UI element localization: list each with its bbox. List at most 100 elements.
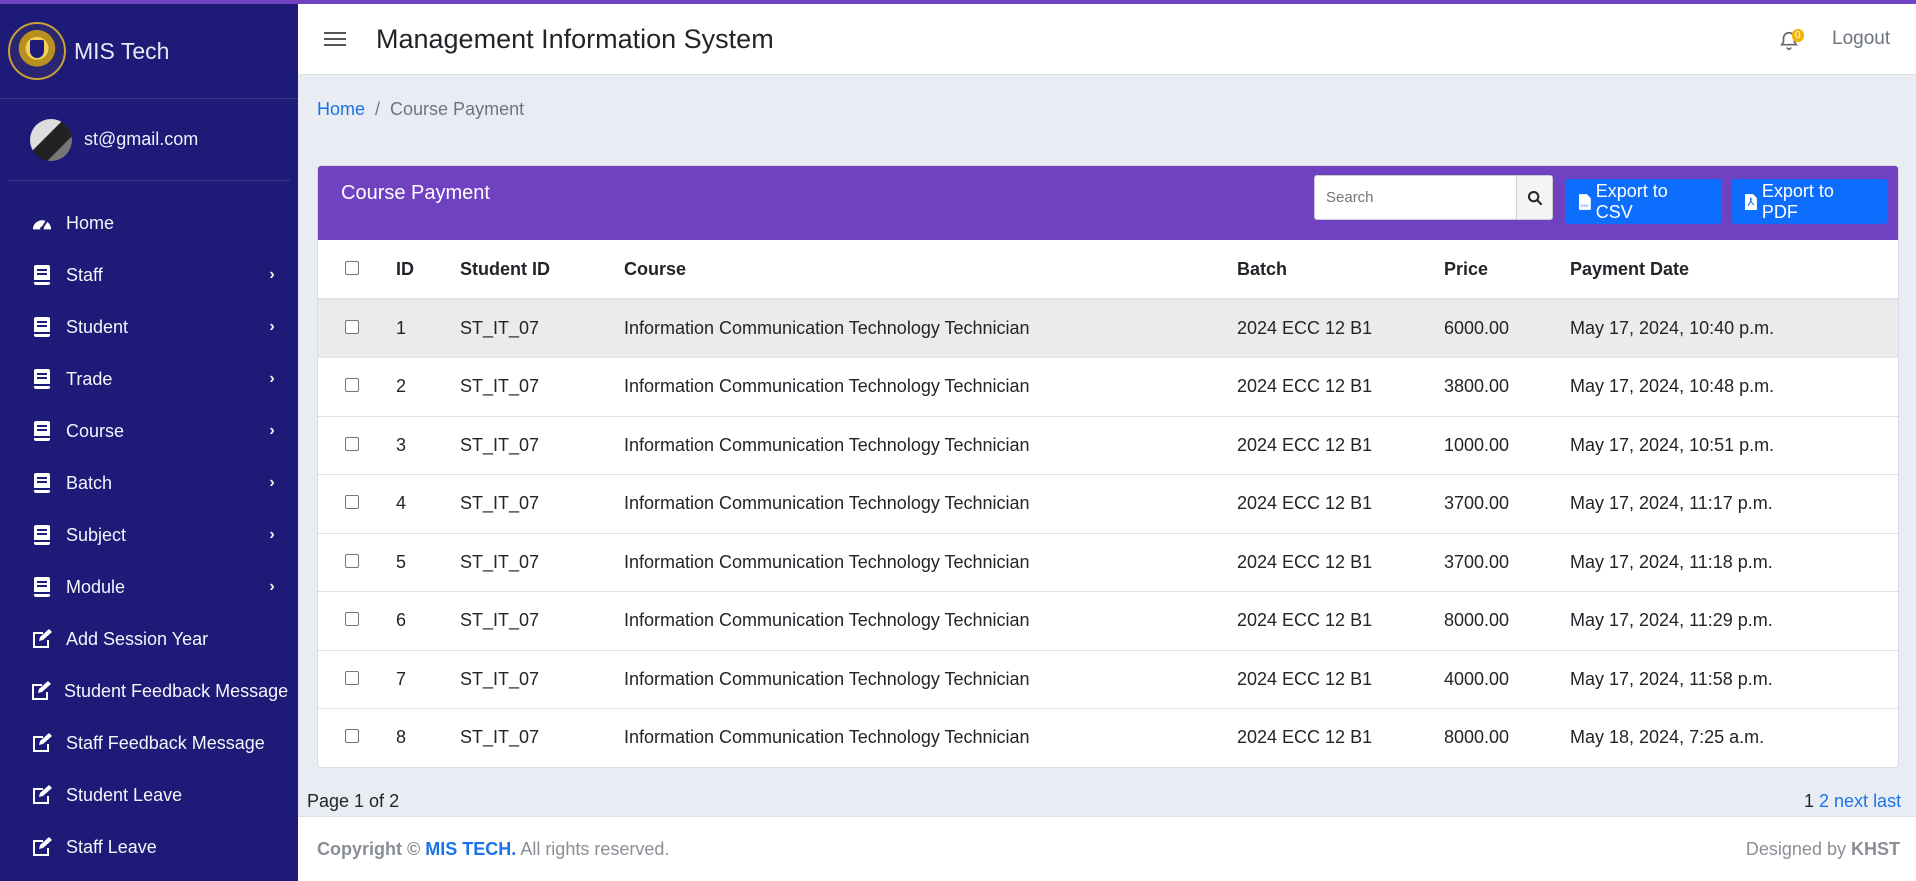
breadcrumb-home-link[interactable]: Home [317,99,365,120]
table-row[interactable]: 7 ST_IT_07 Information Communication Techn… [318,650,1898,709]
notification-badge: 0 [1792,29,1804,42]
row-checkbox[interactable] [345,436,359,451]
table-row[interactable]: 8 ST_IT_07 Information Communication Techn… [318,708,1898,767]
sidebar-item-staff[interactable]: Staff › [0,249,298,301]
column-header-student-id[interactable]: Student ID [460,240,624,300]
sidebar-item-course[interactable]: Course › [0,405,298,457]
row-checkbox[interactable] [345,729,359,744]
card-header: Course Payment CSV Export to CSV Export … [318,166,1898,240]
cell-student-id: ST_IT_07 [460,416,624,475]
chevron-right-icon: › [269,266,275,283]
notifications-button[interactable]: 0 [1778,26,1808,56]
designed-by-prefix: Designed by [1745,839,1846,859]
table-row[interactable]: 2 ST_IT_07 Information Communication Techn… [318,357,1898,417]
cell-price: 8000.00 [1444,591,1570,651]
sidebar-item-module[interactable]: Module › [0,561,298,613]
export-csv-button[interactable]: CSV Export to CSV [1565,179,1722,224]
sidebar-item-label: Module [66,576,126,597]
sidebar-item-subject[interactable]: Subject › [0,509,298,561]
sidebar-menu: Home Staff › Student › Trade › Course › Batch › Sub… [0,181,298,873]
search-input[interactable] [1314,175,1517,220]
column-header-batch[interactable]: Batch [1237,240,1444,300]
sidebar-item-batch[interactable]: Batch › [0,457,298,509]
sidebar-item-staff-feedback-message[interactable]: Staff Feedback Message [0,717,298,769]
cell-id: 4 [396,474,460,534]
sidebar-item-label: Staff Leave [66,836,157,857]
edit-icon [29,784,55,806]
brand[interactable]: MIS Tech [0,4,298,99]
cell-student-id: ST_IT_07 [460,474,624,534]
chevron-right-icon: › [269,474,275,491]
chevron-right-icon: › [269,370,275,387]
sidebar-item-label: Add Session Year [66,628,209,649]
chevron-right-icon: › [269,526,275,543]
book-icon [29,472,55,494]
sidebar-item-add-session-year[interactable]: Add Session Year [0,613,298,665]
row-checkbox[interactable] [345,612,359,627]
pdf-file-icon [1744,193,1757,210]
footer-brand-link[interactable]: MIS TECH. [425,839,516,859]
table-row[interactable]: 4 ST_IT_07 Information Communication Techn… [318,474,1898,534]
row-select-cell [318,357,396,417]
sidebar-item-label: Student Leave [66,784,183,805]
cell-batch: 2024 ECC 12 B1 [1237,416,1444,475]
search-button[interactable] [1516,175,1553,220]
cell-batch: 2024 ECC 12 B1 [1237,474,1444,534]
page-info: Page 1 of 2 [307,791,400,811]
user-panel[interactable]: st@gmail.com [8,99,290,181]
row-checkbox[interactable] [345,320,359,334]
table-row[interactable]: 1 ST_IT_07 Information Communication Techn… [318,299,1898,358]
user-email: st@gmail.com [84,129,199,149]
cell-price: 3700.00 [1444,474,1570,534]
table-row[interactable]: 3 ST_IT_07 Information Communication Techn… [318,416,1898,475]
sidebar-item-home[interactable]: Home [0,197,298,249]
logout-link[interactable]: Logout [1832,28,1890,50]
cell-batch: 2024 ECC 12 B1 [1237,708,1444,767]
table-row[interactable]: 5 ST_IT_07 Information Communication Techn… [318,533,1898,592]
cell-course: Information Communication Technology Tec… [624,474,1237,534]
sidebar-item-staff-leave[interactable]: Staff Leave [0,821,298,873]
cell-id: 2 [396,357,460,417]
sidebar-item-student-feedback-message[interactable]: Student Feedback Message [0,665,298,717]
chevron-right-icon: › [269,422,275,439]
export-pdf-button[interactable]: Export to PDF [1731,179,1888,224]
course-payment-card: Course Payment CSV Export to CSV Export … [317,165,1899,768]
column-header-id[interactable]: ID [396,240,460,300]
card-title: Course Payment [341,182,490,204]
cell-id: 3 [396,416,460,475]
copyright: Copyright © MIS TECH. All rights reserve… [317,839,669,860]
svg-text:CSV: CSV [1580,202,1588,207]
hamburger-menu-icon[interactable] [324,28,346,50]
sidebar-item-student-leave[interactable]: Student Leave [0,769,298,821]
column-header-course[interactable]: Course [624,240,1237,300]
row-select-cell [318,708,396,767]
cell-price: 8000.00 [1444,708,1570,767]
cell-payment-date: May 17, 2024, 11:58 p.m. [1570,650,1898,709]
row-checkbox[interactable] [345,553,359,568]
app-title: Management Information System [376,23,774,54]
row-checkbox[interactable] [345,670,359,685]
cell-student-id: ST_IT_07 [460,357,624,417]
cell-student-id: ST_IT_07 [460,299,624,358]
cell-payment-date: May 17, 2024, 10:40 p.m. [1570,299,1898,358]
cell-course: Information Communication Technology Tec… [624,533,1237,592]
select-all-cell [318,240,396,300]
row-checkbox[interactable] [345,495,359,510]
sidebar-item-trade[interactable]: Trade › [0,353,298,405]
cell-payment-date: May 17, 2024, 11:17 p.m. [1570,474,1898,534]
column-header-price[interactable]: Price [1444,240,1570,300]
edit-icon [29,628,55,650]
cell-id: 5 [396,533,460,592]
select-all-checkbox[interactable] [345,260,359,275]
book-icon [29,316,55,338]
sidebar-item-label: Course [66,420,125,441]
cell-payment-date: May 17, 2024, 11:18 p.m. [1570,533,1898,592]
table-row[interactable]: 6 ST_IT_07 Information Communication Techn… [318,591,1898,651]
edit-icon [29,680,53,702]
brand-name: MIS Tech [74,37,170,64]
column-header-payment-date[interactable]: Payment Date [1570,240,1898,300]
sidebar-item-student[interactable]: Student › [0,301,298,353]
cell-payment-date: May 18, 2024, 7:25 a.m. [1570,708,1898,767]
row-checkbox[interactable] [345,378,359,393]
sidebar-item-label: Batch [66,472,113,493]
